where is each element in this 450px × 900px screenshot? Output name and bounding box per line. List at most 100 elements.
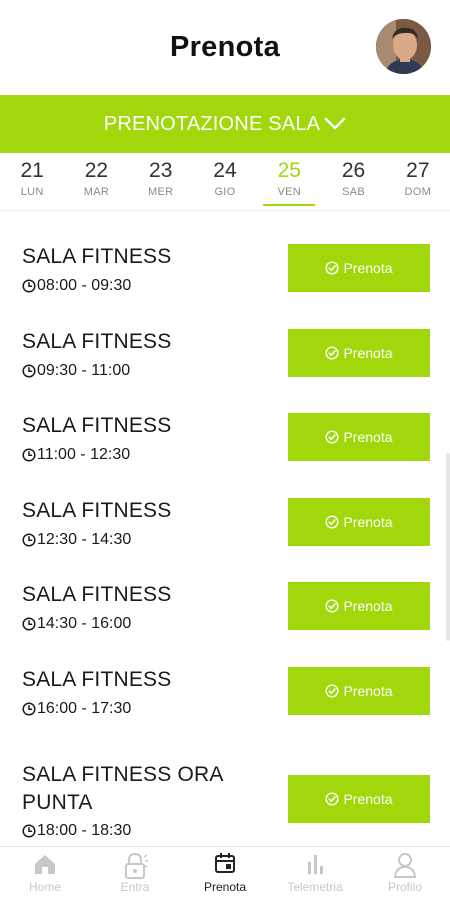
- day-name: MAR: [83, 186, 110, 198]
- tab-label: Prenota: [203, 880, 247, 894]
- avatar-photo: [376, 19, 431, 74]
- slot-name: SALA FITNESS: [22, 667, 172, 691]
- day-gio[interactable]: 24 GIO: [193, 153, 257, 210]
- clock-icon: [22, 448, 36, 462]
- bar-chart-icon: [270, 852, 360, 878]
- book-button[interactable]: Prenota: [288, 582, 430, 631]
- slot-time: 14:30 - 16:00: [22, 615, 131, 633]
- calendar-icon: [180, 852, 270, 878]
- book-button[interactable]: Prenota: [288, 497, 430, 546]
- day-ven[interactable]: 25 VEN: [257, 153, 321, 210]
- book-button-label: Prenota: [343, 513, 393, 530]
- chevron-down-icon: [324, 117, 346, 131]
- slot-time: 12:30 - 14:30: [22, 531, 131, 549]
- slot-time-text: 11:00 - 12:30: [37, 446, 131, 464]
- day-mer[interactable]: 23 MER: [129, 153, 193, 210]
- clock-icon: [22, 279, 36, 293]
- slot-name: SALA FITNESS: [22, 245, 172, 268]
- day-number: 25: [277, 159, 301, 182]
- user-icon: [360, 852, 450, 878]
- slot-time-text: 09:30 - 11:00: [37, 361, 131, 379]
- clock-icon: [22, 533, 36, 547]
- tab-label: Entra: [120, 880, 150, 894]
- day-name: DOM: [404, 186, 432, 198]
- slot-time: 16:00 - 17:30: [22, 700, 131, 718]
- slot-name: SALA FITNESS: [22, 498, 172, 522]
- book-button[interactable]: Prenota: [288, 328, 430, 377]
- check-circle-icon: [325, 684, 339, 698]
- day-selector: 21 LUN 22 MAR 23 MER 24 GIO 25 VEN 26 SAB 27 DOM: [0, 153, 450, 211]
- lock-icon: [90, 852, 180, 879]
- book-button-label: Prenota: [343, 598, 393, 615]
- clock-icon: [22, 824, 36, 838]
- day-number: 26: [341, 159, 366, 182]
- tab-entra[interactable]: Entra: [90, 847, 180, 900]
- day-number: 23: [149, 159, 173, 182]
- day-name: MER: [148, 186, 174, 198]
- check-circle-icon: [325, 515, 339, 529]
- book-button[interactable]: Prenota: [288, 666, 430, 715]
- slot-name: SALA FITNESS: [22, 414, 172, 438]
- slot-time: 11:00 - 12:30: [22, 446, 130, 464]
- day-name: VEN: [277, 186, 302, 198]
- book-button[interactable]: Prenota: [288, 244, 430, 292]
- tab-label: Telemetria: [287, 880, 343, 894]
- check-circle-icon: [325, 346, 339, 360]
- slot-time-text: 08:00 - 09:30: [37, 277, 132, 294]
- day-dom[interactable]: 27 DOM: [386, 153, 450, 210]
- slot-item: SALA FITNESS 08:00 - 09:30 Prenota: [0, 211, 450, 296]
- slot-item: SALA FITNESS ORA PUNTA 18:00 - 18:30 Preno…: [0, 719, 450, 839]
- tab-home[interactable]: Home: [0, 847, 90, 900]
- day-name: SAB: [342, 186, 365, 198]
- slot-time-text: 12:30 - 14:30: [37, 530, 132, 548]
- check-circle-icon: [325, 792, 339, 806]
- slot-item: SALA FITNESS 11:00 - 12:30 Prenota: [0, 380, 450, 465]
- avatar[interactable]: [376, 19, 431, 74]
- book-button-label: Prenota: [343, 344, 393, 361]
- day-number: 22: [84, 159, 109, 182]
- slot-time-text: 18:00 - 18:30: [37, 821, 132, 839]
- day-number: 24: [213, 159, 237, 182]
- book-button-label: Prenota: [343, 429, 393, 446]
- book-button-label: Prenota: [343, 790, 393, 807]
- day-name: LUN: [20, 186, 44, 198]
- slot-time: 08:00 - 09:30: [22, 277, 131, 295]
- clock-icon: [22, 702, 36, 716]
- slot-item: SALA FITNESS 12:30 - 14:30 Prenota: [0, 465, 450, 550]
- slot-item: SALA FITNESS 14:30 - 16:00 Prenota: [0, 549, 450, 634]
- home-icon: [0, 852, 90, 878]
- day-lun[interactable]: 21 LUN: [0, 153, 64, 210]
- category-label: PRENOTAZIONE SALA: [103, 112, 321, 135]
- bottom-tab-bar: Home Entra Prenota Telemetria Profilo: [0, 846, 450, 900]
- slot-name: SALA FITNESS: [22, 583, 172, 607]
- scrollbar[interactable]: [446, 453, 450, 641]
- day-number: 21: [20, 159, 44, 182]
- tab-telemetria[interactable]: Telemetria: [270, 847, 360, 900]
- slot-item: SALA FITNESS 09:30 - 11:00 Prenota: [0, 296, 450, 381]
- book-button[interactable]: Prenota: [288, 774, 430, 823]
- category-selector[interactable]: PRENOTAZIONE SALA: [0, 95, 450, 153]
- slot-name: SALA FITNESS: [22, 329, 172, 353]
- clock-icon: [22, 364, 36, 378]
- tab-prenota[interactable]: Prenota: [180, 847, 270, 900]
- day-number: 27: [406, 159, 430, 182]
- book-button-label: Prenota: [343, 682, 393, 699]
- day-name: GIO: [214, 186, 236, 198]
- app-header: Prenota: [0, 0, 450, 95]
- check-circle-icon: [325, 599, 339, 613]
- tab-profilo[interactable]: Profilo: [360, 847, 450, 900]
- slot-list: SALA FITNESS 08:00 - 09:30 Prenota SALA FIT…: [0, 211, 450, 839]
- book-button-label: Prenota: [343, 260, 393, 276]
- clock-icon: [22, 617, 36, 631]
- slot-name: SALA FITNESS ORA PUNTA: [22, 762, 223, 814]
- tab-label: Profilo: [387, 880, 422, 894]
- tab-label: Home: [28, 880, 61, 894]
- day-sab[interactable]: 26 SAB: [321, 153, 385, 210]
- slot-time: 09:30 - 11:00: [22, 362, 130, 380]
- day-mar[interactable]: 22 MAR: [64, 153, 128, 210]
- slot-time: 18:00 - 18:30: [22, 822, 131, 840]
- slot-time-text: 14:30 - 16:00: [37, 615, 132, 633]
- check-circle-icon: [325, 430, 339, 444]
- slot-time-text: 16:00 - 17:30: [37, 699, 132, 717]
- book-button[interactable]: Prenota: [288, 413, 430, 462]
